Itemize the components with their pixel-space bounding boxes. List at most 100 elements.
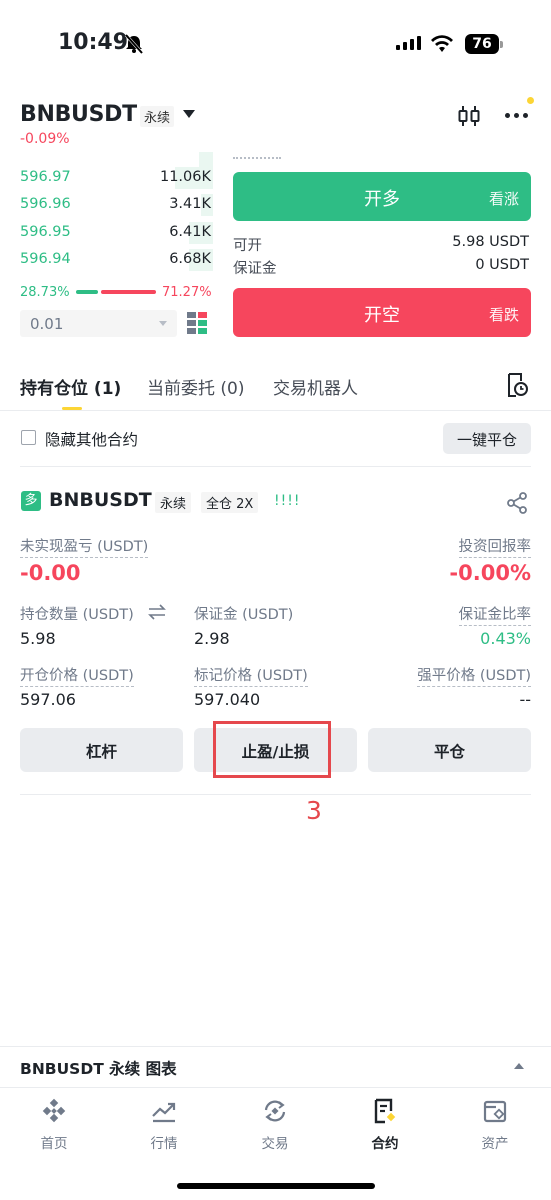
position-size-label: 持仓数量 (USDT): [20, 607, 134, 623]
orderbook-layout-icon[interactable]: [187, 312, 207, 334]
liquidation-price-value: --: [519, 690, 531, 709]
candlestick-chart-icon[interactable]: [458, 104, 480, 128]
position-size-value: 5.98: [20, 629, 56, 648]
bid-qty: 6.41K: [169, 224, 211, 240]
available-value: 5.98 USDT: [452, 234, 529, 250]
cellular-signal-icon: [396, 36, 421, 50]
available-label: 可开: [233, 238, 262, 254]
bid-price: 596.96: [20, 196, 71, 212]
nav-assets[interactable]: 资产: [455, 1098, 535, 1152]
buy-ratio-bar: [76, 290, 98, 294]
open-long-label: 开多: [364, 189, 400, 210]
tab-open-orders[interactable]: 当前委托 (0): [147, 374, 244, 399]
nav-futures[interactable]: 合约: [345, 1098, 425, 1152]
unrealized-pnl-value: -0.00: [20, 561, 81, 585]
annotation-step-number: 3: [306, 796, 322, 825]
nav-label: 行情: [150, 1136, 178, 1152]
notification-dot: [527, 97, 534, 104]
roe-label[interactable]: 投资回报率: [458, 535, 531, 558]
bid-price: 596.95: [20, 224, 71, 240]
open-long-button[interactable]: 开多 看涨: [233, 172, 531, 221]
mark-price-label[interactable]: 标记价格 (USDT): [194, 664, 308, 687]
nav-label: 合约: [371, 1136, 399, 1152]
position-margin-label: 保证金 (USDT): [194, 607, 294, 623]
orderbook-row[interactable]: 596.97 11.06K: [20, 167, 213, 189]
position-symbol[interactable]: BNBUSDT: [49, 489, 152, 511]
divider: [0, 1046, 551, 1047]
margin-ratio-value: 0.43%: [480, 629, 531, 648]
open-short-button[interactable]: 开空 看跌: [233, 288, 531, 337]
nav-home[interactable]: 首页: [14, 1098, 94, 1152]
symbol-title[interactable]: BNBUSDT: [20, 102, 137, 127]
orderbook-row[interactable]: 596.95 6.41K: [20, 222, 213, 244]
open-short-sub: 看跌: [488, 306, 519, 324]
tab-positions[interactable]: 持有仓位 (1): [20, 374, 121, 399]
price-change: -0.09%: [20, 131, 70, 147]
dotted-separator: [233, 157, 281, 159]
more-options-icon[interactable]: [505, 113, 528, 118]
order-history-icon[interactable]: [505, 372, 529, 398]
bid-qty: 6.68K: [169, 251, 211, 267]
long-side-badge: 多: [21, 491, 41, 511]
hide-other-contracts-label[interactable]: 隐藏其他合约: [45, 428, 138, 450]
position-type-tag: 永续: [155, 492, 192, 513]
annotation-highlight-box: [213, 721, 331, 778]
liquidation-price-label[interactable]: 强平价格 (USDT): [417, 664, 531, 687]
entry-price-label[interactable]: 开仓价格 (USDT): [20, 664, 134, 687]
binance-logo-icon: [42, 1098, 66, 1123]
wifi-icon: [431, 35, 453, 52]
mark-price-value: 597.040: [194, 690, 261, 709]
share-icon[interactable]: [505, 491, 529, 515]
symbol-dropdown-caret-icon[interactable]: [183, 110, 195, 118]
divider: [0, 410, 551, 411]
tab-trading-bots[interactable]: 交易机器人: [273, 374, 358, 399]
wallet-icon: [483, 1100, 507, 1123]
bid-price: 596.97: [20, 169, 71, 185]
bid-price: 596.94: [20, 251, 71, 267]
nav-label: 首页: [40, 1136, 68, 1152]
chart-panel-toggle[interactable]: BNBUSDT 永续 图表: [20, 1057, 177, 1079]
nav-label: 交易: [261, 1136, 289, 1152]
chevron-up-icon[interactable]: [514, 1063, 524, 1069]
buy-ratio: 28.73%: [20, 285, 70, 300]
position-margin-value: 2.98: [194, 629, 230, 648]
leverage-button[interactable]: 杠杆: [20, 728, 183, 772]
contract-type-tag: 永续: [140, 106, 175, 127]
open-long-sub: 看涨: [488, 190, 519, 208]
margin-ratio-label[interactable]: 保证金比率: [458, 603, 531, 626]
orderbook-row[interactable]: 596.94 6.68K: [20, 249, 213, 271]
exchange-icon: [264, 1100, 286, 1122]
chevron-down-icon: [159, 321, 167, 326]
roe-value: -0.00%: [449, 561, 531, 585]
nav-markets[interactable]: 行情: [124, 1098, 204, 1152]
trend-chart-icon: [152, 1102, 176, 1123]
divider: [20, 794, 531, 795]
margin-value: 0 USDT: [475, 257, 529, 273]
bid-qty: 11.06K: [159, 169, 211, 185]
swap-units-icon[interactable]: [148, 604, 166, 620]
battery-tip: [500, 41, 503, 48]
battery-indicator: 76: [465, 34, 499, 54]
futures-document-icon: [374, 1098, 396, 1124]
divider: [0, 1087, 551, 1088]
orderbook-row[interactable]: 596.96 3.41K: [20, 194, 213, 216]
entry-price-value: 597.06: [20, 690, 76, 709]
home-indicator[interactable]: [177, 1183, 375, 1189]
bid-qty: 3.41K: [169, 196, 211, 212]
nav-label: 资产: [481, 1136, 509, 1152]
adl-indicator: !!!!: [274, 493, 301, 509]
status-time: 10:49: [58, 30, 129, 55]
precision-select[interactable]: 0.01: [20, 310, 177, 337]
nav-trade[interactable]: 交易: [235, 1098, 315, 1152]
open-short-label: 开空: [364, 305, 400, 326]
sell-ratio-bar: [101, 290, 156, 294]
margin-mode-tag[interactable]: 全仓 2X: [201, 492, 259, 513]
close-all-button[interactable]: 一键平仓: [443, 423, 531, 454]
sell-ratio: 71.27%: [162, 285, 212, 300]
hide-other-contracts-checkbox[interactable]: [21, 430, 36, 445]
margin-label: 保证金: [233, 261, 277, 277]
bell-muted-icon: [124, 34, 144, 54]
divider: [20, 466, 531, 467]
unrealized-pnl-label[interactable]: 未实现盈亏 (USDT): [20, 535, 149, 558]
close-position-button[interactable]: 平仓: [368, 728, 531, 772]
